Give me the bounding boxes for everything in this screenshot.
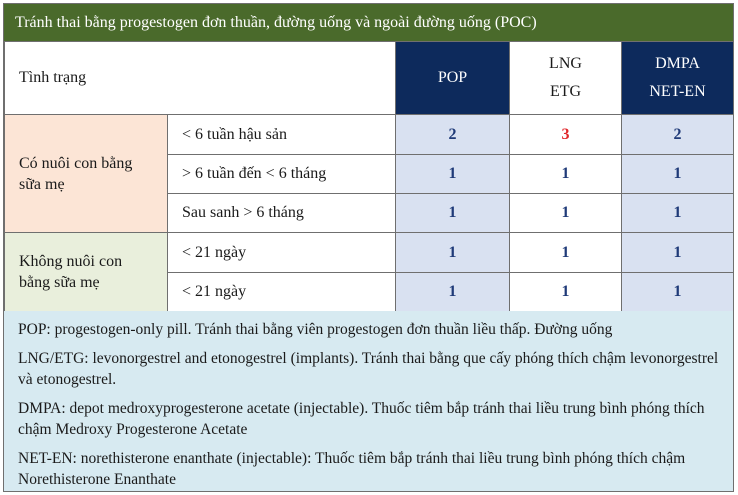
group-label-line: Không nuôi con xyxy=(19,253,123,270)
row-label: < 21 ngày xyxy=(167,272,396,312)
net-en-header-line: NET-EN xyxy=(649,83,706,100)
pop-value: 2 xyxy=(395,114,510,155)
table-row: Không nuôi con bằng sữa mẹ < 21 ngày 1 1… xyxy=(4,232,734,312)
pop-value: 1 xyxy=(395,154,510,194)
lng-etg-header: LNG ETG xyxy=(509,41,622,115)
document-title: Tránh thai bằng progestogen đơn thuần, đ… xyxy=(4,4,733,41)
breastfeeding-group-label: Có nuôi con bằng sữa mẹ xyxy=(4,114,168,233)
condition-header: Tình trạng xyxy=(4,41,396,115)
row-label: Sau sanh > 6 tháng xyxy=(167,193,396,233)
pop-header: POP xyxy=(395,41,510,115)
group-label-line: bằng sữa mẹ xyxy=(19,274,100,291)
pop-value: 1 xyxy=(395,272,510,312)
abbreviation-notes: POP: progestogen-only pill. Tránh thai b… xyxy=(4,311,733,491)
lng-header-line: LNG xyxy=(549,55,582,72)
pop-value: 1 xyxy=(395,193,510,233)
dmpa-value: 1 xyxy=(621,193,734,233)
dmpa-value: 1 xyxy=(621,154,734,194)
lng-value: 1 xyxy=(509,232,622,273)
group-label-line: sữa mẹ xyxy=(19,175,65,193)
etg-header-line: ETG xyxy=(549,83,582,100)
row-label: < 6 tuần hậu sản xyxy=(167,114,396,155)
dmpa-value: 2 xyxy=(621,114,734,155)
group-label-line: Có nuôi con bằng xyxy=(19,154,133,172)
lng-value: 3 xyxy=(509,114,622,155)
table-row: Có nuôi con bằng sữa mẹ < 6 tuần hậu sản… xyxy=(4,114,734,233)
non-breastfeeding-group-label: Không nuôi con bằng sữa mẹ xyxy=(4,232,168,312)
pop-value: 1 xyxy=(395,232,510,273)
note-dmpa: DMPA: depot medroxyprogesterone acetate … xyxy=(18,400,705,438)
lng-value: 1 xyxy=(509,154,622,194)
dmpa-value: 1 xyxy=(621,232,734,273)
note-pop: POP: progestogen-only pill. Tránh thai b… xyxy=(18,321,613,338)
note-net-en: NET-EN: norethisterone enanthate (inject… xyxy=(18,450,686,488)
lng-value: 1 xyxy=(509,193,622,233)
dmpa-header-line: DMPA xyxy=(655,55,700,72)
dmpa-net-en-header: DMPA NET-EN xyxy=(621,41,734,115)
row-label: < 21 ngày xyxy=(167,232,396,273)
table-header-row: Tình trạng POP LNG ETG DMPA NET-EN xyxy=(4,41,734,115)
poc-document: Tránh thai bằng progestogen đơn thuần, đ… xyxy=(3,3,734,492)
eligibility-table: Tình trạng POP LNG ETG DMPA NET-EN Có nu… xyxy=(4,41,734,312)
lng-value: 1 xyxy=(509,272,622,312)
row-label: > 6 tuần đến < 6 tháng xyxy=(167,154,396,194)
note-lng-etg: LNG/ETG: levonorgestrel and etonogestrel… xyxy=(18,350,719,388)
dmpa-value: 1 xyxy=(621,272,734,312)
